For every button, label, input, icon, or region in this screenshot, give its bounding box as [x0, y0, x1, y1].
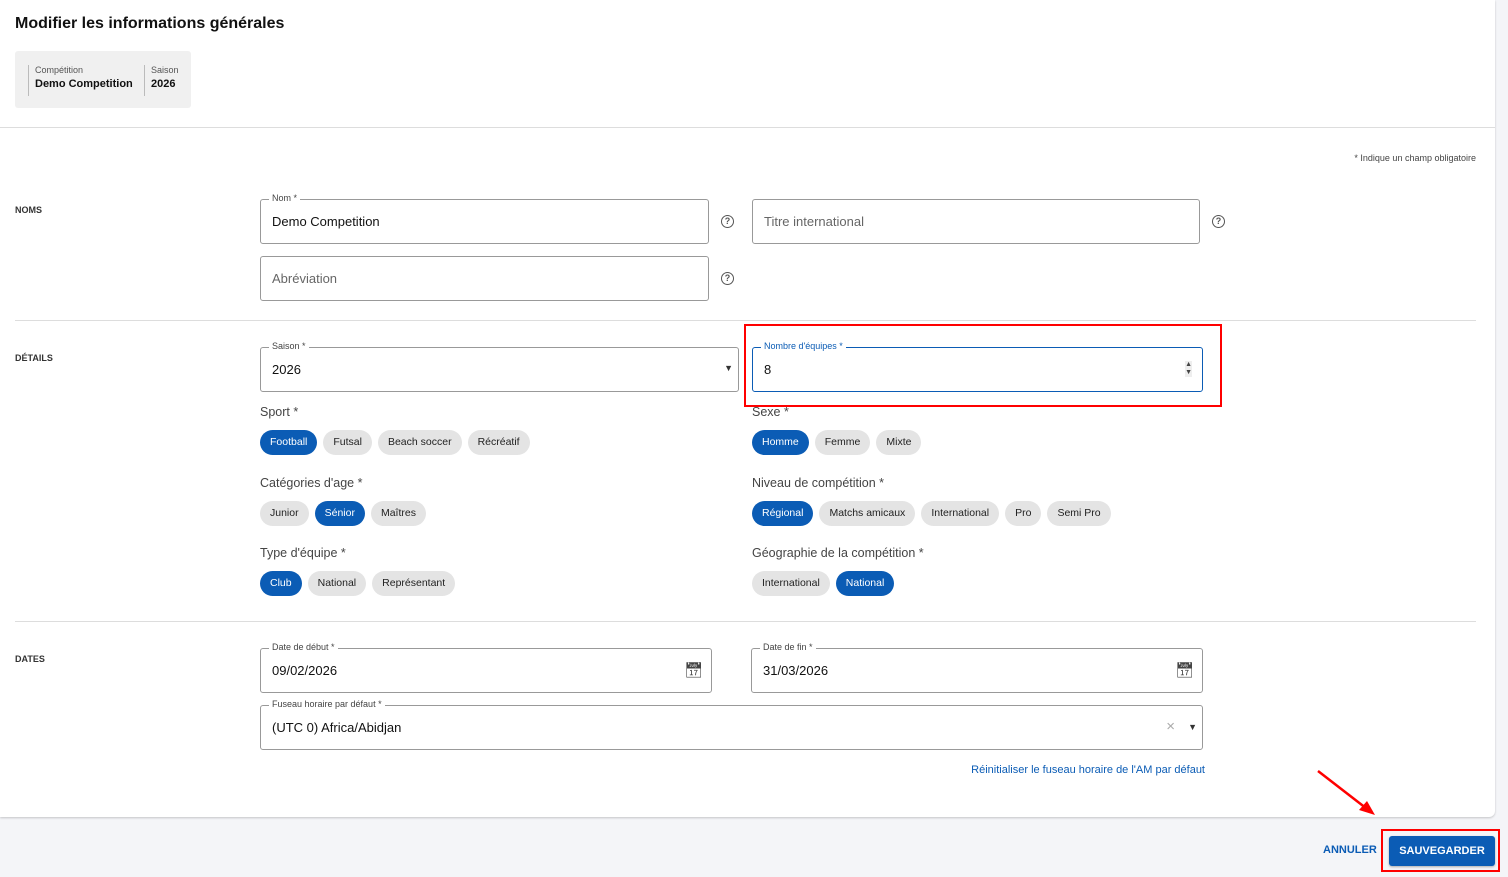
date-debut-input[interactable]: Date de début * 09/02/2026 📅︎ [260, 642, 712, 693]
page-title: Modifier les informations générales [15, 15, 285, 32]
fuseau-select[interactable]: Fuseau horaire par défaut * (UTC 0) Afric… [260, 699, 1203, 750]
season-info: Saison 2026 [144, 65, 179, 96]
geo-chip[interactable]: International [752, 571, 830, 596]
debut-value: 09/02/2026 [272, 663, 338, 678]
required-note: * Indique un champ obligatoire [1354, 153, 1476, 163]
niveau-chip[interactable]: Régional [752, 501, 814, 526]
competition-info: Compétition Demo Competition [28, 65, 133, 96]
reset-timezone-link[interactable]: Réinitialiser le fuseau horaire de l'AM … [971, 764, 1205, 776]
categories-chips: Junior Sénior Maîtres [260, 501, 426, 526]
divider [0, 127, 1495, 128]
titre-placeholder: Titre international [764, 214, 864, 229]
categories-chip[interactable]: Maîtres [370, 501, 426, 526]
type-label: Type d'équipe * [260, 546, 346, 560]
date-fin-input[interactable]: Date de fin * 31/03/2026 📅︎ [751, 642, 1203, 693]
spinner-icon[interactable]: ▲ ▼ [1185, 361, 1192, 377]
sexe-chips: Homme Femme Mixte [752, 430, 922, 455]
cancel-button[interactable]: ANNULER [1323, 844, 1377, 856]
section-noms: NOMS [15, 205, 42, 215]
nom-label: Nom * [269, 193, 301, 203]
type-chip[interactable]: Club [260, 571, 302, 596]
divider [15, 320, 1476, 321]
fin-value: 31/03/2026 [763, 663, 829, 678]
abreviation-placeholder: Abréviation [272, 271, 338, 286]
sport-chip[interactable]: Récréatif [467, 430, 530, 455]
nombre-value: 8 [764, 362, 772, 377]
save-button[interactable]: SAUVEGARDER [1389, 836, 1495, 866]
sport-chip[interactable]: Football [260, 430, 318, 455]
geo-chips: International National [752, 571, 895, 596]
fuseau-label: Fuseau horaire par défaut * [269, 699, 385, 709]
niveau-chip[interactable]: Semi Pro [1047, 501, 1111, 526]
saison-label: Saison * [269, 341, 309, 351]
niveau-label: Niveau de compétition * [752, 476, 885, 490]
categories-label: Catégories d'age * [260, 476, 363, 490]
type-chips: Club National Représentant [260, 571, 456, 596]
season-value: 2026 [151, 78, 176, 90]
annotation-arrow [1317, 770, 1375, 815]
sexe-chip[interactable]: Femme [814, 430, 871, 455]
nombre-label: Nombre d'équipes * [761, 341, 846, 351]
sport-chips: Football Futsal Beach soccer Récréatif [260, 430, 530, 455]
divider [15, 621, 1476, 622]
chevron-down-icon: ▼ [724, 363, 733, 373]
sport-label: Sport * [260, 405, 299, 419]
debut-label: Date de début * [269, 642, 338, 652]
saison-select[interactable]: Saison * 2026 ▼ [260, 341, 739, 392]
chevron-down-icon[interactable]: ▼ [1188, 722, 1197, 732]
competition-label: Compétition [35, 65, 84, 75]
nombre-equipes-input[interactable]: Nombre d'équipes * 8 ▲ ▼ [752, 341, 1203, 392]
geo-chip[interactable]: National [835, 571, 895, 596]
calendar-icon[interactable]: 📅︎ [684, 661, 703, 679]
niveau-chips: Régional Matchs amicaux International Pro Se… [752, 501, 1111, 526]
form-card: Modifier les informations générales Comp… [0, 0, 1495, 817]
help-icon[interactable]: ? [1212, 215, 1225, 228]
niveau-chip[interactable]: International [921, 501, 1000, 526]
nom-value: Demo Competition [272, 214, 380, 229]
type-chip[interactable]: National [307, 571, 367, 596]
nom-input[interactable]: Nom * Demo Competition [260, 193, 709, 244]
titre-international-input[interactable]: Titre international [752, 199, 1200, 244]
fin-label: Date de fin * [760, 642, 816, 652]
help-icon[interactable]: ? [721, 272, 734, 285]
section-dates: DATES [15, 654, 45, 664]
niveau-chip[interactable]: Pro [1005, 501, 1042, 526]
help-icon[interactable]: ? [721, 215, 734, 228]
sport-chip[interactable]: Futsal [323, 430, 372, 455]
saison-value: 2026 [272, 362, 301, 377]
fuseau-value: (UTC 0) Africa/Abidjan [272, 720, 402, 735]
section-details: DÉTAILS [15, 353, 53, 363]
sexe-chip[interactable]: Mixte [876, 430, 922, 455]
abreviation-input[interactable]: Abréviation [260, 256, 709, 301]
niveau-chip[interactable]: Matchs amicaux [819, 501, 916, 526]
info-box: Compétition Demo Competition Saison 2026 [15, 51, 191, 108]
geo-label: Géographie de la compétition * [752, 546, 924, 560]
season-label: Saison [151, 65, 179, 75]
competition-value: Demo Competition [35, 78, 133, 90]
sexe-label: Sexe * [752, 405, 789, 419]
categories-chip[interactable]: Sénior [314, 501, 365, 526]
type-chip[interactable]: Représentant [372, 571, 456, 596]
sexe-chip[interactable]: Homme [752, 430, 809, 455]
sport-chip[interactable]: Beach soccer [377, 430, 462, 455]
clear-icon[interactable]: × [1166, 718, 1175, 735]
calendar-icon[interactable]: 📅︎ [1175, 661, 1194, 679]
categories-chip[interactable]: Junior [260, 501, 309, 526]
